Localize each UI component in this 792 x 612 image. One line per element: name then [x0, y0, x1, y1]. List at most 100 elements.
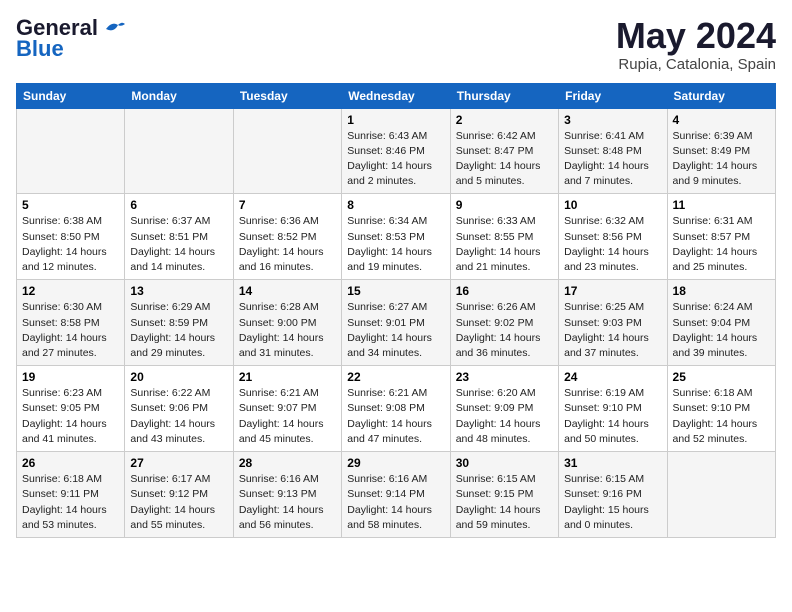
day-number: 26 — [22, 456, 119, 470]
calendar-cell: 22Sunrise: 6:21 AMSunset: 9:08 PMDayligh… — [342, 366, 450, 452]
day-info: Sunrise: 6:21 AMSunset: 9:07 PMDaylight:… — [239, 386, 336, 447]
calendar-cell: 28Sunrise: 6:16 AMSunset: 9:13 PMDayligh… — [233, 452, 341, 538]
day-number: 4 — [673, 113, 770, 127]
day-number: 15 — [347, 284, 444, 298]
page-header: General Blue May 2024 Rupia, Catalonia, … — [16, 16, 776, 73]
calendar-table: SundayMondayTuesdayWednesdayThursdayFrid… — [16, 83, 776, 538]
day-number: 19 — [22, 370, 119, 384]
logo: General Blue — [16, 16, 126, 62]
calendar-week-row: 19 Sunrise: 6:23 AMSunset: 9:05 PMDayligh… — [17, 366, 776, 452]
calendar-cell: 26 Sunrise: 6:18 AMSunset: 9:11 PMDayligh… — [17, 452, 125, 538]
calendar-cell: 17 Sunrise: 6:25 AMSunset: 9:03 PMDayligh… — [559, 280, 667, 366]
day-info: Sunrise: 6:42 AMSunset: 8:47 PMDaylight:… — [456, 129, 553, 190]
calendar-cell: 3 Sunrise: 6:41 AMSunset: 8:48 PMDaylight… — [559, 108, 667, 194]
calendar-cell: 7Sunrise: 6:36 AMSunset: 8:52 PMDaylight… — [233, 194, 341, 280]
calendar-day-header: Tuesday — [233, 83, 341, 108]
day-info: Sunrise: 6:38 AMSunset: 8:50 PMDaylight:… — [22, 214, 119, 275]
calendar-cell: 24 Sunrise: 6:19 AMSunset: 9:10 PMDayligh… — [559, 366, 667, 452]
day-info: Sunrise: 6:29 AMSunset: 8:59 PMDaylight:… — [130, 300, 227, 361]
day-number: 14 — [239, 284, 336, 298]
day-info: Sunrise: 6:37 AMSunset: 8:51 PMDaylight:… — [130, 214, 227, 275]
day-number: 16 — [456, 284, 553, 298]
title-block: May 2024 Rupia, Catalonia, Spain — [616, 16, 776, 73]
day-number: 8 — [347, 198, 444, 212]
calendar-cell: 31 Sunrise: 6:15 AMSunset: 9:16 PMDayligh… — [559, 452, 667, 538]
calendar-week-row: 26 Sunrise: 6:18 AMSunset: 9:11 PMDayligh… — [17, 452, 776, 538]
calendar-cell: 13 Sunrise: 6:29 AMSunset: 8:59 PMDayligh… — [125, 280, 233, 366]
calendar-header-row: SundayMondayTuesdayWednesdayThursdayFrid… — [17, 83, 776, 108]
calendar-day-header: Wednesday — [342, 83, 450, 108]
calendar-cell: 16 Sunrise: 6:26 AMSunset: 9:02 PMDayligh… — [450, 280, 558, 366]
day-info: Sunrise: 6:32 AMSunset: 8:56 PMDaylight:… — [564, 214, 661, 275]
calendar-week-row: 12Sunrise: 6:30 AMSunset: 8:58 PMDayligh… — [17, 280, 776, 366]
day-number: 17 — [564, 284, 661, 298]
day-number: 29 — [347, 456, 444, 470]
day-info: Sunrise: 6:16 AMSunset: 9:13 PMDaylight:… — [239, 472, 336, 533]
day-number: 21 — [239, 370, 336, 384]
calendar-cell: 30 Sunrise: 6:15 AMSunset: 9:15 PMDayligh… — [450, 452, 558, 538]
calendar-cell: 1 Sunrise: 6:43 AMSunset: 8:46 PMDaylight… — [342, 108, 450, 194]
day-number: 2 — [456, 113, 553, 127]
calendar-cell — [667, 452, 775, 538]
day-info: Sunrise: 6:31 AMSunset: 8:57 PMDaylight:… — [673, 214, 770, 275]
day-info: Sunrise: 6:22 AMSunset: 9:06 PMDaylight:… — [130, 386, 227, 447]
calendar-day-header: Sunday — [17, 83, 125, 108]
day-info: Sunrise: 6:19 AMSunset: 9:10 PMDaylight:… — [564, 386, 661, 447]
day-info: Sunrise: 6:18 AMSunset: 9:11 PMDaylight:… — [22, 472, 119, 533]
day-number: 18 — [673, 284, 770, 298]
logo-text-blue: Blue — [16, 36, 64, 62]
calendar-cell: 11Sunrise: 6:31 AMSunset: 8:57 PMDayligh… — [667, 194, 775, 280]
calendar-cell: 23Sunrise: 6:20 AMSunset: 9:09 PMDayligh… — [450, 366, 558, 452]
day-info: Sunrise: 6:30 AMSunset: 8:58 PMDaylight:… — [22, 300, 119, 361]
day-number: 7 — [239, 198, 336, 212]
calendar-day-header: Thursday — [450, 83, 558, 108]
day-number: 22 — [347, 370, 444, 384]
day-number: 31 — [564, 456, 661, 470]
calendar-week-row: 5 Sunrise: 6:38 AMSunset: 8:50 PMDaylight… — [17, 194, 776, 280]
day-info: Sunrise: 6:27 AMSunset: 9:01 PMDaylight:… — [347, 300, 444, 361]
calendar-cell: 25 Sunrise: 6:18 AMSunset: 9:10 PMDayligh… — [667, 366, 775, 452]
location-subtitle: Rupia, Catalonia, Spain — [616, 56, 776, 73]
calendar-cell: 21 Sunrise: 6:21 AMSunset: 9:07 PMDayligh… — [233, 366, 341, 452]
day-info: Sunrise: 6:16 AMSunset: 9:14 PMDaylight:… — [347, 472, 444, 533]
day-number: 20 — [130, 370, 227, 384]
calendar-day-header: Monday — [125, 83, 233, 108]
calendar-cell: 9Sunrise: 6:33 AMSunset: 8:55 PMDaylight… — [450, 194, 558, 280]
calendar-cell: 15 Sunrise: 6:27 AMSunset: 9:01 PMDayligh… — [342, 280, 450, 366]
day-number: 24 — [564, 370, 661, 384]
day-number: 9 — [456, 198, 553, 212]
calendar-cell — [125, 108, 233, 194]
day-info: Sunrise: 6:25 AMSunset: 9:03 PMDaylight:… — [564, 300, 661, 361]
day-info: Sunrise: 6:15 AMSunset: 9:16 PMDaylight:… — [564, 472, 661, 533]
day-info: Sunrise: 6:43 AMSunset: 8:46 PMDaylight:… — [347, 129, 444, 190]
calendar-cell: 10 Sunrise: 6:32 AMSunset: 8:56 PMDayligh… — [559, 194, 667, 280]
logo-bird-icon — [104, 19, 126, 37]
calendar-cell — [233, 108, 341, 194]
day-number: 10 — [564, 198, 661, 212]
day-info: Sunrise: 6:17 AMSunset: 9:12 PMDaylight:… — [130, 472, 227, 533]
month-year-title: May 2024 — [616, 16, 776, 56]
day-info: Sunrise: 6:24 AMSunset: 9:04 PMDaylight:… — [673, 300, 770, 361]
calendar-cell: 5 Sunrise: 6:38 AMSunset: 8:50 PMDaylight… — [17, 194, 125, 280]
day-number: 13 — [130, 284, 227, 298]
calendar-week-row: 1 Sunrise: 6:43 AMSunset: 8:46 PMDaylight… — [17, 108, 776, 194]
day-number: 25 — [673, 370, 770, 384]
calendar-cell: 8Sunrise: 6:34 AMSunset: 8:53 PMDaylight… — [342, 194, 450, 280]
calendar-cell: 19 Sunrise: 6:23 AMSunset: 9:05 PMDayligh… — [17, 366, 125, 452]
day-info: Sunrise: 6:23 AMSunset: 9:05 PMDaylight:… — [22, 386, 119, 447]
calendar-cell: 4 Sunrise: 6:39 AMSunset: 8:49 PMDaylight… — [667, 108, 775, 194]
day-number: 5 — [22, 198, 119, 212]
day-info: Sunrise: 6:15 AMSunset: 9:15 PMDaylight:… — [456, 472, 553, 533]
day-number: 27 — [130, 456, 227, 470]
day-number: 30 — [456, 456, 553, 470]
day-number: 3 — [564, 113, 661, 127]
day-info: Sunrise: 6:18 AMSunset: 9:10 PMDaylight:… — [673, 386, 770, 447]
calendar-day-header: Saturday — [667, 83, 775, 108]
day-number: 1 — [347, 113, 444, 127]
day-info: Sunrise: 6:26 AMSunset: 9:02 PMDaylight:… — [456, 300, 553, 361]
day-info: Sunrise: 6:28 AMSunset: 9:00 PMDaylight:… — [239, 300, 336, 361]
day-info: Sunrise: 6:41 AMSunset: 8:48 PMDaylight:… — [564, 129, 661, 190]
calendar-cell: 18 Sunrise: 6:24 AMSunset: 9:04 PMDayligh… — [667, 280, 775, 366]
day-info: Sunrise: 6:39 AMSunset: 8:49 PMDaylight:… — [673, 129, 770, 190]
calendar-cell: 6Sunrise: 6:37 AMSunset: 8:51 PMDaylight… — [125, 194, 233, 280]
